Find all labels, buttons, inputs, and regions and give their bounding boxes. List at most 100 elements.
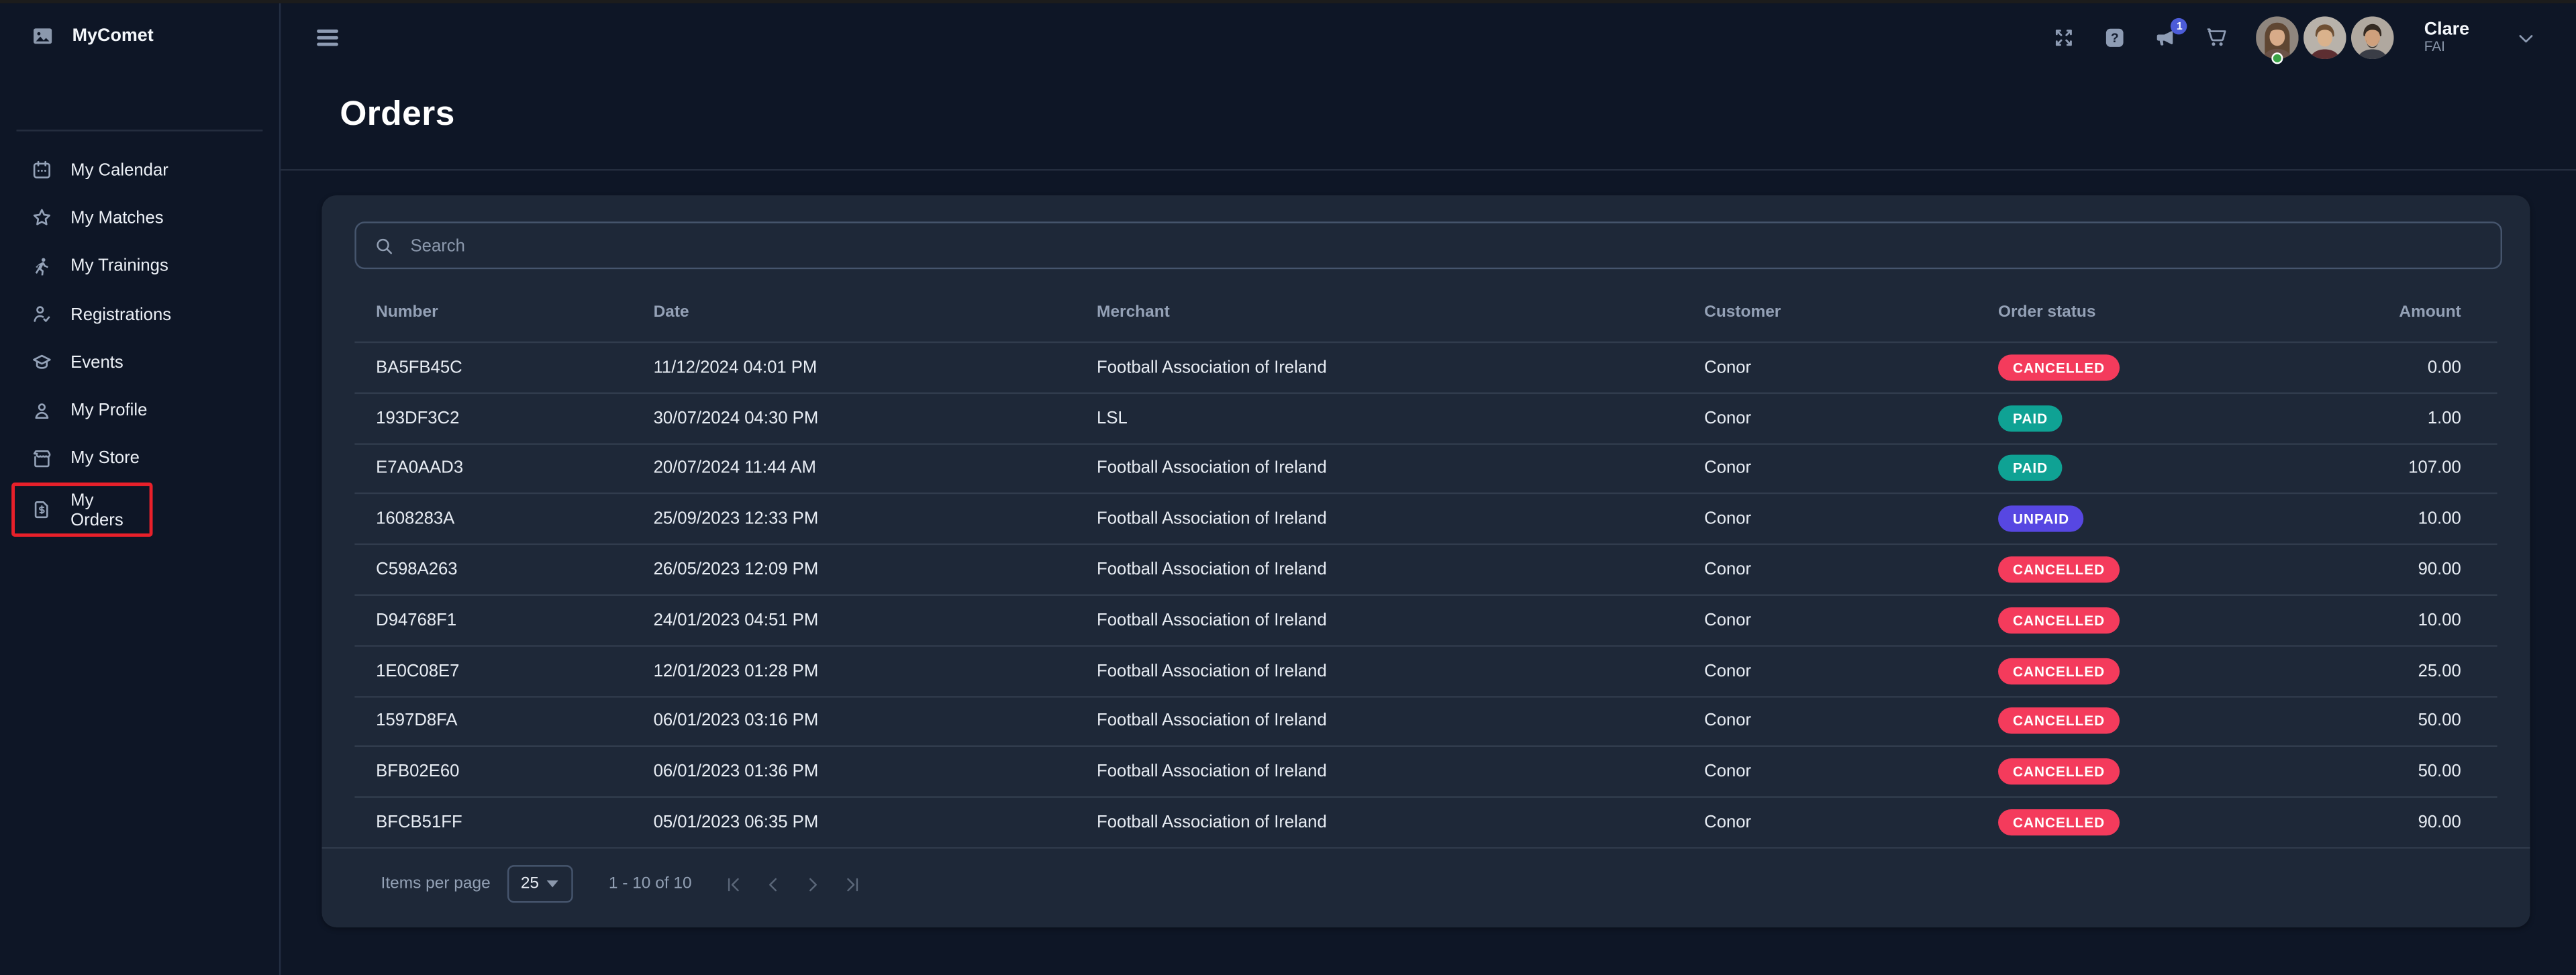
cell-merchant: LSL (1097, 408, 1704, 427)
cell-merchant: Football Association of Ireland (1097, 509, 1704, 529)
runner-icon (31, 256, 52, 277)
cell-date: 30/07/2024 04:30 PM (654, 408, 1097, 427)
cell-amount: 1.00 (2302, 408, 2461, 427)
last-page-icon[interactable] (843, 875, 862, 894)
cell-date: 20/07/2024 11:44 AM (654, 459, 1097, 478)
cell-merchant: Football Association of Ireland (1097, 560, 1704, 579)
sidebar-item-my-matches[interactable]: My Matches (0, 194, 279, 242)
table-row[interactable]: D94768F124/01/2023 04:51 PMFootball Asso… (354, 594, 2497, 644)
notification-badge: 1 (2171, 18, 2187, 34)
table-row[interactable]: BFCB51FF05/01/2023 06:35 PMFootball Asso… (354, 797, 2497, 847)
cell-status: CANCELLED (1998, 708, 2302, 734)
cell-number: 1597D8FA (376, 711, 653, 731)
sidebar-item-label: Registrations (70, 305, 171, 324)
table-header-row: Number Date Merchant Customer Order stat… (354, 287, 2497, 336)
chevron-down-icon[interactable] (2516, 27, 2537, 48)
next-page-icon[interactable] (803, 875, 823, 894)
table-row[interactable]: BFB02E6006/01/2023 01:36 PMFootball Asso… (354, 746, 2497, 796)
fullscreen-icon[interactable] (2053, 26, 2076, 49)
cell-merchant: Football Association of Ireland (1097, 711, 1704, 731)
table-row[interactable]: BA5FB45C11/12/2024 04:01 PMFootball Asso… (354, 342, 2497, 392)
content: Number Date Merchant Customer Order stat… (281, 170, 2576, 927)
cell-date: 05/01/2023 06:35 PM (654, 813, 1097, 832)
cell-merchant: Football Association of Ireland (1097, 762, 1704, 782)
column-header-customer: Customer (1704, 303, 1998, 321)
page-size-select[interactable]: 25 (507, 866, 573, 903)
sidebar-item-my-store[interactable]: My Store (0, 435, 279, 483)
sidebar-item-my-trainings[interactable]: My Trainings (0, 242, 279, 291)
column-header-status: Order status (1998, 303, 2302, 321)
main-area: ? 1 Clare FAI (281, 3, 2576, 975)
cell-date: 26/05/2023 12:09 PM (654, 560, 1097, 579)
cell-customer: Conor (1704, 358, 1998, 377)
column-header-date: Date (654, 303, 1097, 321)
sidebar-item-label: My Profile (70, 401, 147, 420)
cell-number: 1E0C08E7 (376, 661, 653, 680)
megaphone-icon[interactable]: 1 (2155, 26, 2178, 49)
cart-icon[interactable] (2206, 26, 2228, 49)
invoice-icon (31, 499, 52, 521)
cell-status: PAID (1998, 456, 2302, 482)
avatar-bearded-male[interactable] (2352, 16, 2395, 59)
status-badge: CANCELLED (1998, 759, 2120, 785)
cell-amount: 50.00 (2302, 711, 2461, 731)
table-row[interactable]: C598A26326/05/2023 12:09 PMFootball Asso… (354, 544, 2497, 594)
person-icon (31, 400, 52, 421)
brand-logo[interactable]: MyComet (0, 3, 279, 69)
cell-date: 11/12/2024 04:01 PM (654, 358, 1097, 377)
status-badge: CANCELLED (1998, 708, 2120, 734)
table-row[interactable]: 193DF3C230/07/2024 04:30 PMLSLConorPAID1… (354, 392, 2497, 442)
sidebar-item-events[interactable]: Events (0, 338, 279, 387)
cell-status: PAID (1998, 405, 2302, 431)
cell-status: CANCELLED (1998, 556, 2302, 582)
status-badge: CANCELLED (1998, 658, 2120, 684)
table-row[interactable]: 1E0C08E712/01/2023 01:28 PMFootball Asso… (354, 645, 2497, 695)
app-root: MyComet My Calendar My Matches My Training… (0, 0, 2576, 975)
sidebar-item-label: My Matches (70, 209, 163, 228)
topbar: ? 1 Clare FAI (281, 3, 2576, 72)
cell-status: CANCELLED (1998, 354, 2302, 380)
sidebar-item-label: Events (70, 353, 123, 372)
help-icon[interactable]: ? (2104, 26, 2127, 49)
hamburger-icon[interactable] (317, 25, 338, 50)
pagination-range: 1 - 10 of 10 (609, 876, 692, 894)
cell-customer: Conor (1704, 509, 1998, 529)
table-row[interactable]: 1608283A25/09/2023 12:33 PMFootball Asso… (354, 493, 2497, 544)
status-badge: PAID (1998, 405, 2063, 431)
store-icon (31, 448, 52, 470)
table-row[interactable]: 1597D8FA06/01/2023 03:16 PMFootball Asso… (354, 695, 2497, 746)
status-badge: CANCELLED (1998, 607, 2120, 633)
cell-status: CANCELLED (1998, 759, 2302, 785)
search-input[interactable] (407, 234, 2501, 257)
prev-page-icon[interactable] (764, 875, 783, 894)
person-check-icon (31, 304, 52, 325)
online-status-dot (2272, 52, 2283, 64)
sidebar-item-registrations[interactable]: Registrations (0, 291, 279, 339)
cell-amount: 90.00 (2302, 813, 2461, 832)
cell-customer: Conor (1704, 459, 1998, 478)
sidebar-item-my-profile[interactable]: My Profile (0, 387, 279, 435)
first-page-icon[interactable] (725, 875, 744, 894)
window-top-strip (0, 0, 2576, 3)
cell-merchant: Football Association of Ireland (1097, 611, 1704, 630)
sidebar-item-label: My Trainings (70, 256, 168, 276)
avatar-female[interactable] (2257, 16, 2299, 59)
calendar-icon (31, 160, 52, 181)
sidebar-item-my-calendar[interactable]: My Calendar (0, 146, 279, 195)
cell-number: 193DF3C2 (376, 408, 653, 427)
cell-customer: Conor (1704, 813, 1998, 832)
items-per-page-label: Items per page (381, 876, 491, 894)
cell-status: CANCELLED (1998, 658, 2302, 684)
cell-customer: Conor (1704, 611, 1998, 630)
sidebar-item-label: My Calendar (70, 160, 168, 180)
user-org: FAI (2424, 40, 2469, 56)
sidebar-item-my-orders[interactable]: My Orders (11, 482, 152, 537)
pager (725, 875, 862, 894)
cell-amount: 10.00 (2302, 611, 2461, 630)
avatar-young-male[interactable] (2304, 16, 2347, 59)
cell-number: C598A263 (376, 560, 653, 579)
page-title: Orders (340, 95, 2576, 169)
user-menu[interactable]: Clare FAI (2424, 19, 2469, 56)
cell-customer: Conor (1704, 762, 1998, 782)
table-row[interactable]: E7A0AAD320/07/2024 11:44 AMFootball Asso… (354, 442, 2497, 493)
